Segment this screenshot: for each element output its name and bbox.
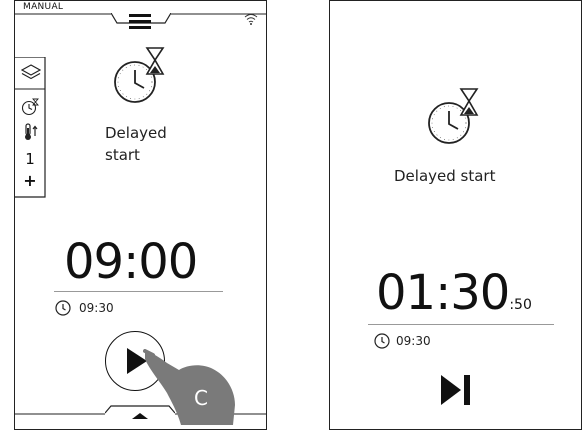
mode-label: MANUAL bbox=[23, 2, 64, 12]
skip-icon[interactable] bbox=[439, 373, 473, 407]
clock-icon bbox=[55, 300, 71, 316]
side-panel: 1 + bbox=[14, 57, 46, 198]
end-time: 09:30 bbox=[79, 301, 114, 315]
hand-letter: C bbox=[194, 386, 208, 410]
end-time-row: 09:30 bbox=[55, 300, 114, 316]
add-button[interactable]: + bbox=[14, 171, 46, 190]
remaining-main: 01:30 bbox=[376, 265, 510, 321]
end-time-row: 09:30 bbox=[374, 333, 431, 349]
remaining-time: 01:30:50 bbox=[376, 269, 532, 317]
program-label: Delayed start bbox=[394, 167, 496, 185]
clock-icon bbox=[374, 333, 390, 349]
pointing-hand-illustration: C bbox=[143, 349, 235, 425]
thermometer-icon[interactable] bbox=[23, 123, 39, 141]
delayed-start-icon[interactable] bbox=[21, 98, 39, 116]
right-screen: Delayed start 01:30:50 09:30 bbox=[329, 0, 582, 430]
time-divider bbox=[54, 291, 223, 292]
delayed-start-icon bbox=[114, 47, 165, 103]
level-value: 1 bbox=[25, 150, 35, 168]
delayed-start-icon bbox=[428, 88, 479, 144]
layers-icon[interactable] bbox=[21, 64, 41, 82]
start-time[interactable]: 09:00 bbox=[64, 238, 198, 286]
menu-icon[interactable] bbox=[129, 14, 151, 30]
remaining-seconds: :50 bbox=[509, 297, 532, 313]
wifi-icon bbox=[244, 14, 258, 25]
program-label-line2: start bbox=[105, 146, 140, 164]
end-time: 09:30 bbox=[396, 334, 431, 348]
program-label-line1: Delayed bbox=[105, 124, 167, 142]
left-screen: MANUAL 1 + Delayed start 09:00 09:30 C bbox=[14, 0, 267, 430]
time-divider bbox=[368, 324, 554, 325]
